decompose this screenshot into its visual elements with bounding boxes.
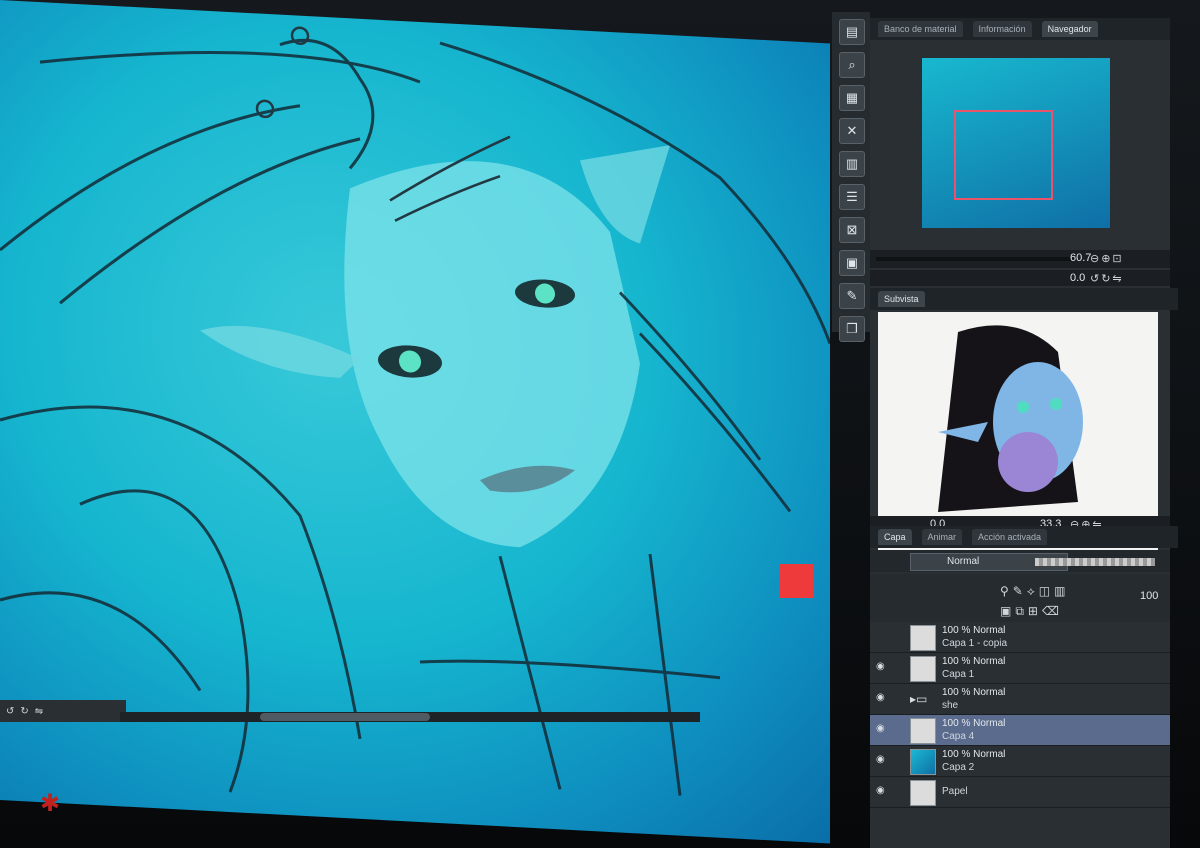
scrollbar-thumb[interactable] [260,713,430,721]
navigator-viewport-rect[interactable] [954,110,1053,200]
eye-icon[interactable]: ◉ [876,661,888,673]
monitor-bezel: ↺ ↻ ⇋ ▤ ⌕ ▦ ✕ ▥ ☰ ⊠ ▣ ✎ ❐ Banco de mater… [0,0,1200,848]
layer-opacity-value: 100 [1140,590,1159,602]
grid-icon[interactable]: ▥ [839,151,865,177]
layer-row[interactable]: 100 % Normal Capa 1 - copia [870,622,1170,653]
close-doc-icon[interactable]: ✕ [839,118,865,144]
layer-thumbnail [910,780,936,806]
rotation-value: 0.0 [1070,272,1086,284]
layer-name: Papel [942,786,968,797]
layer-mode: 100 % Normal [942,687,1006,698]
rotate-right-icon[interactable]: ↻ [20,706,28,717]
layer-row[interactable]: ◉ 100 % Normal Capa 2 [870,746,1170,777]
layers-icon[interactable]: ▤ [839,19,865,45]
eye-icon[interactable]: ◉ [876,692,888,704]
navigator-rotate-row: 0.0 ↺↻⇋ [870,270,1170,286]
right-dock-panel: Banco de material Información Navegador … [780,18,1178,848]
tab-animate[interactable]: Animar [921,529,963,545]
eye-icon[interactable]: ◉ [876,754,888,766]
tab-layer[interactable]: Capa [878,529,912,545]
layer-mode: 100 % Normal [942,625,1006,636]
zoom-controls-icon[interactable]: ⊖⊕⊡ [1090,252,1124,265]
layer-mode: 100 % Normal [942,656,1006,667]
eye-icon[interactable]: ◉ [876,785,888,797]
layer-mode: 100 % Normal [942,749,1006,760]
layer-toolbar: ⚲✎⟡◫▥ ▣⧉⊞⌫ 100 [780,564,1170,622]
tab-action[interactable]: Acción activada [972,529,1048,545]
folder-icon: ▸▭ [910,692,928,706]
layer-thumbnail [910,749,936,775]
navigator-zoom-row: 60.7 ⊖⊕⊡ [870,250,1170,268]
layer-tabbar: Capa Animar Acción activada [870,526,1178,548]
list-icon[interactable]: ☰ [839,184,865,210]
copy-icon[interactable]: ❐ [839,316,865,342]
subview-tabbar: Subvista [870,288,1178,310]
opacity-slider[interactable] [1035,558,1155,566]
canvas-status-bar: ↺ ↻ ⇋ [0,700,126,722]
red-sticker-icon: ✱ [39,790,61,817]
layer-actions-icon[interactable]: ▣⧉⊞⌫ [1000,604,1063,619]
navigator-preview[interactable] [922,58,1110,228]
tab-info[interactable]: Información [972,21,1032,37]
layer-row-selected[interactable]: ◉ 100 % Normal Capa 4 [870,715,1170,746]
layer-row[interactable]: ◉ 100 % Normal Capa 1 [870,653,1170,684]
file-icon[interactable]: ▦ [839,85,865,111]
layer-tools-icon[interactable]: ⚲✎⟡◫▥ [1000,584,1069,599]
reference-art [938,325,1083,512]
color-chip[interactable] [780,564,814,598]
tab-subview[interactable]: Subvista [878,291,925,307]
panel-side-toolbar: ▤ ⌕ ▦ ✕ ▥ ☰ ⊠ ▣ ✎ ❐ [832,12,870,342]
layer-name: Capa 4 [942,731,975,742]
layer-thumbnail [910,625,936,651]
horizontal-scrollbar[interactable] [120,712,700,722]
layer-name: Capa 2 [942,762,975,773]
folder-icon[interactable]: ▣ [839,250,865,276]
search-icon[interactable]: ⌕ [839,52,865,78]
tab-material[interactable]: Banco de material [878,21,963,37]
layer-folder-row[interactable]: ◉ ▸▭ 100 % Normal she [870,684,1170,715]
layer-thumbnail [910,656,936,682]
rotate-controls-icon[interactable]: ↺↻⇋ [1090,272,1124,285]
edit-icon[interactable]: ✎ [839,283,865,309]
zoom-value: 60.7 [1070,252,1092,264]
navigator-tabbar: Banco de material Información Navegador [870,18,1170,40]
layer-thumbnail [910,718,936,744]
flip-icon[interactable]: ⇋ [35,706,43,717]
tab-navigator[interactable]: Navegador [1041,21,1098,37]
rotate-left-icon[interactable]: ↺ [6,706,14,717]
transform-icon[interactable]: ⊠ [839,217,865,243]
layer-row-paper[interactable]: ◉ Papel [870,777,1170,808]
layer-name: she [942,700,959,711]
layer-list: 100 % Normal Capa 1 - copia ◉ 100 % Norm… [870,622,1170,808]
blend-mode-row: Normal [870,550,1170,572]
eye-icon[interactable]: ◉ [876,723,888,735]
layer-name: Capa 1 [942,669,975,680]
layer-mode: 100 % Normal [942,718,1006,729]
layer-name: Capa 1 - copia [942,638,1008,649]
zoom-slider[interactable] [876,257,1076,261]
